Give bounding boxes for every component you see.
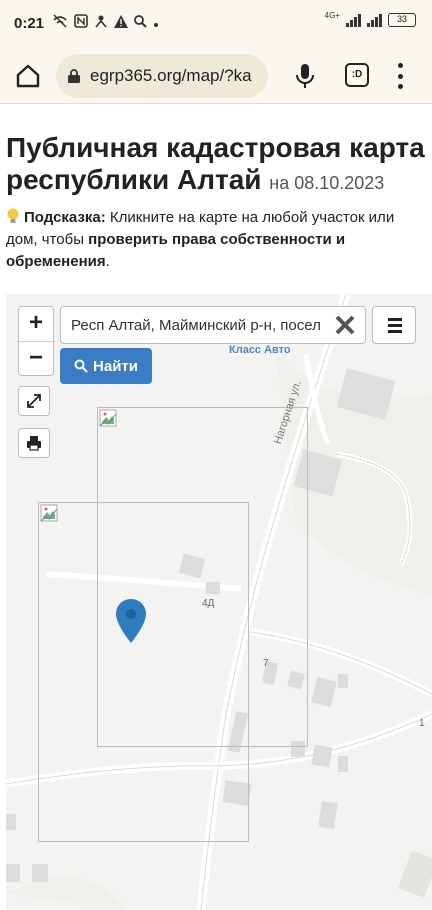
fullscreen-button[interactable]	[18, 386, 50, 416]
fullscreen-icon	[27, 394, 41, 408]
nfc-icon	[74, 14, 88, 31]
map-house-number: 4Д	[202, 598, 215, 609]
menu-dot-icon	[397, 84, 403, 89]
voice-search-button[interactable]	[294, 62, 316, 90]
browser-toolbar: egrp365.org/map/?ka :D	[0, 48, 432, 104]
map-layers-menu-button[interactable]	[372, 306, 416, 344]
status-time: 0:21	[14, 15, 45, 32]
lock-icon	[68, 69, 80, 83]
home-button[interactable]	[14, 62, 42, 90]
hamburger-line-icon	[388, 330, 402, 333]
wifi-calling-icon	[52, 14, 68, 31]
map-house-number: 1	[419, 718, 425, 729]
map-search-input[interactable]	[71, 307, 331, 343]
cadastral-map[interactable]: Класс Авто Нагорная ул. 4Д 7 1 + − Респ …	[6, 294, 432, 910]
notification-icons	[52, 14, 159, 31]
map-tile-frame	[38, 502, 249, 842]
hint-label: Подсказка:	[24, 209, 106, 226]
hamburger-line-icon	[388, 318, 402, 321]
find-button[interactable]: Найти	[60, 348, 152, 384]
location-pin-icon[interactable]	[116, 599, 146, 643]
page-title: Публичная кадастровая карта республики А…	[6, 132, 426, 199]
more-notifications-icon	[153, 15, 159, 31]
map-place-label: Класс Авто	[229, 344, 291, 356]
hamburger-line-icon	[388, 324, 402, 327]
hint-end: .	[105, 253, 110, 270]
print-button[interactable]	[18, 428, 50, 458]
clear-search-icon[interactable]	[333, 313, 357, 337]
home-icon	[16, 64, 40, 88]
menu-dot-icon	[397, 63, 403, 68]
lightbulb-icon	[6, 208, 20, 224]
map-search-box	[60, 306, 366, 344]
page-title-date: на 08.10.2023	[269, 173, 385, 193]
search-notification-icon	[134, 14, 147, 31]
status-bar: 0:21 4G+ 33	[0, 0, 432, 48]
broken-image-icon	[99, 409, 117, 427]
map-house-number: 7	[263, 658, 269, 669]
search-icon	[74, 359, 88, 373]
tab-switcher-button[interactable]: :D	[345, 63, 369, 87]
zoom-out-button[interactable]: −	[19, 342, 53, 376]
menu-dot-icon	[397, 73, 403, 79]
broken-image-icon	[40, 504, 58, 522]
zoom-control: + −	[18, 306, 54, 376]
app-notification-icon	[94, 14, 108, 31]
signal-2-icon	[367, 13, 382, 27]
web-page: Публичная кадастровая карта республики А…	[0, 104, 432, 910]
find-button-label: Найти	[93, 357, 138, 375]
hint-block: Подсказка: Кликните на карте на любой уч…	[6, 206, 426, 273]
url-text: egrp365.org/map/?ka	[90, 66, 252, 85]
signal-icon	[346, 13, 361, 27]
status-right: 4G+ 33	[324, 10, 416, 27]
zoom-in-button[interactable]: +	[19, 307, 53, 341]
battery-icon: 33	[388, 13, 416, 27]
browser-menu-button[interactable]	[395, 63, 405, 89]
address-bar[interactable]: egrp365.org/map/?ka	[56, 54, 268, 98]
network-type: 4G+	[324, 10, 340, 20]
microphone-icon	[296, 64, 314, 88]
printer-icon	[27, 436, 41, 451]
warning-icon	[114, 14, 128, 31]
